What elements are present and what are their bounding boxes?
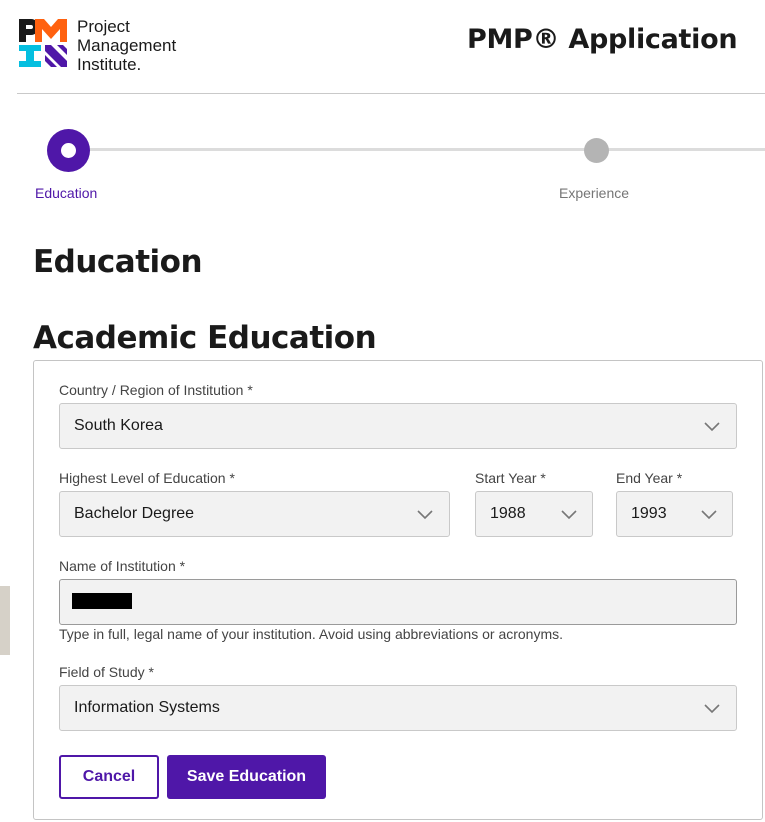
institution-name-input[interactable]: [59, 579, 737, 625]
country-select[interactable]: South Korea: [59, 403, 737, 449]
step-experience-indicator[interactable]: [584, 138, 609, 163]
field-of-study-select[interactable]: Information Systems: [59, 685, 737, 731]
start-year-value: 1988: [490, 505, 526, 522]
page-title: Education: [33, 244, 203, 280]
section-title: Academic Education: [33, 320, 377, 356]
field-of-study-label: Field of Study *: [59, 664, 154, 680]
pmi-logo-mark-icon: [19, 19, 67, 67]
chevron-down-icon: [417, 510, 433, 520]
chevron-down-icon: [561, 510, 577, 520]
end-year-select[interactable]: 1993: [616, 491, 733, 537]
app-title: PMP® Application: [467, 24, 738, 55]
side-feedback-tab[interactable]: [0, 586, 10, 655]
end-year-value: 1993: [631, 505, 667, 522]
start-year-label: Start Year *: [475, 470, 546, 486]
step-education-label[interactable]: Education: [35, 185, 97, 201]
step-experience-label[interactable]: Experience: [559, 185, 629, 201]
cancel-button[interactable]: Cancel: [59, 755, 159, 799]
pmi-logo-wordmark: Project Management Institute.: [77, 17, 176, 74]
country-value: South Korea: [74, 417, 163, 434]
pmi-logo[interactable]: Project Management Institute.: [17, 17, 192, 74]
end-year-label: End Year *: [616, 470, 683, 486]
step-education-indicator[interactable]: [47, 129, 90, 172]
stepper-track: [88, 148, 765, 151]
chevron-down-icon: [704, 704, 720, 714]
chevron-down-icon: [701, 510, 717, 520]
academic-education-form: Country / Region of Institution * South …: [33, 360, 763, 820]
start-year-select[interactable]: 1988: [475, 491, 593, 537]
institution-label: Name of Institution *: [59, 558, 186, 574]
logo-line-2: Management: [77, 36, 177, 55]
header-divider: [17, 93, 765, 94]
logo-line-1: Project: [77, 17, 130, 36]
chevron-down-icon: [704, 422, 720, 432]
institution-helper-text: Type in full, legal name of your institu…: [59, 626, 564, 642]
country-label: Country / Region of Institution *: [59, 382, 253, 398]
education-level-select[interactable]: Bachelor Degree: [59, 491, 450, 537]
education-level-label: Highest Level of Education *: [59, 470, 235, 486]
save-education-button[interactable]: Save Education: [167, 755, 326, 799]
logo-line-3: Institute.: [77, 55, 142, 74]
redacted-institution-name: [72, 593, 132, 609]
field-of-study-value: Information Systems: [74, 699, 220, 716]
education-level-value: Bachelor Degree: [74, 505, 195, 522]
